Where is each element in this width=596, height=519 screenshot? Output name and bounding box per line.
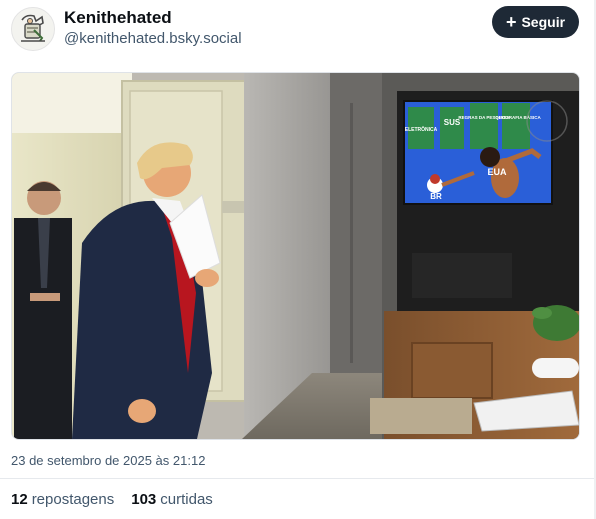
tv-label-0: ELETRÔNICA xyxy=(405,125,438,133)
follow-button[interactable]: + Seguir xyxy=(492,6,579,38)
post-image[interactable]: ELETRÔNICA SUS REGRAS DA PESQUISA GEOGRA… xyxy=(11,72,580,440)
author-handle[interactable]: @kenithehated.bsky.social xyxy=(64,30,242,47)
post-photo: ELETRÔNICA SUS REGRAS DA PESQUISA GEOGRA… xyxy=(12,73,579,439)
author-display-name[interactable]: Kenithehated xyxy=(64,8,172,28)
likes-stat[interactable]: 103 curtidas xyxy=(131,491,213,508)
post-card: Kenithehated @kenithehated.bsky.social +… xyxy=(0,0,596,519)
tv-label-4: EUA xyxy=(487,167,507,177)
cartoon-avatar-icon xyxy=(12,8,54,50)
follow-button-label: Seguir xyxy=(521,14,566,30)
likes-count: 103 xyxy=(131,491,157,508)
engagement-stats: 12 repostagens 103 curtidas xyxy=(11,491,213,508)
plus-icon: + xyxy=(505,11,517,32)
likes-label: curtidas xyxy=(160,491,213,508)
post-timestamp[interactable]: 23 de setembro de 2025 às 21:12 xyxy=(11,453,205,468)
reposts-count: 12 xyxy=(11,491,28,508)
divider xyxy=(0,478,596,479)
tv-label-3: GEOGRAFIA BÁSICA xyxy=(495,114,541,120)
tv-label-5: BR xyxy=(430,192,442,201)
reposts-label: repostagens xyxy=(31,491,115,508)
reposts-stat[interactable]: 12 repostagens xyxy=(11,491,114,508)
author-avatar[interactable] xyxy=(11,7,55,51)
